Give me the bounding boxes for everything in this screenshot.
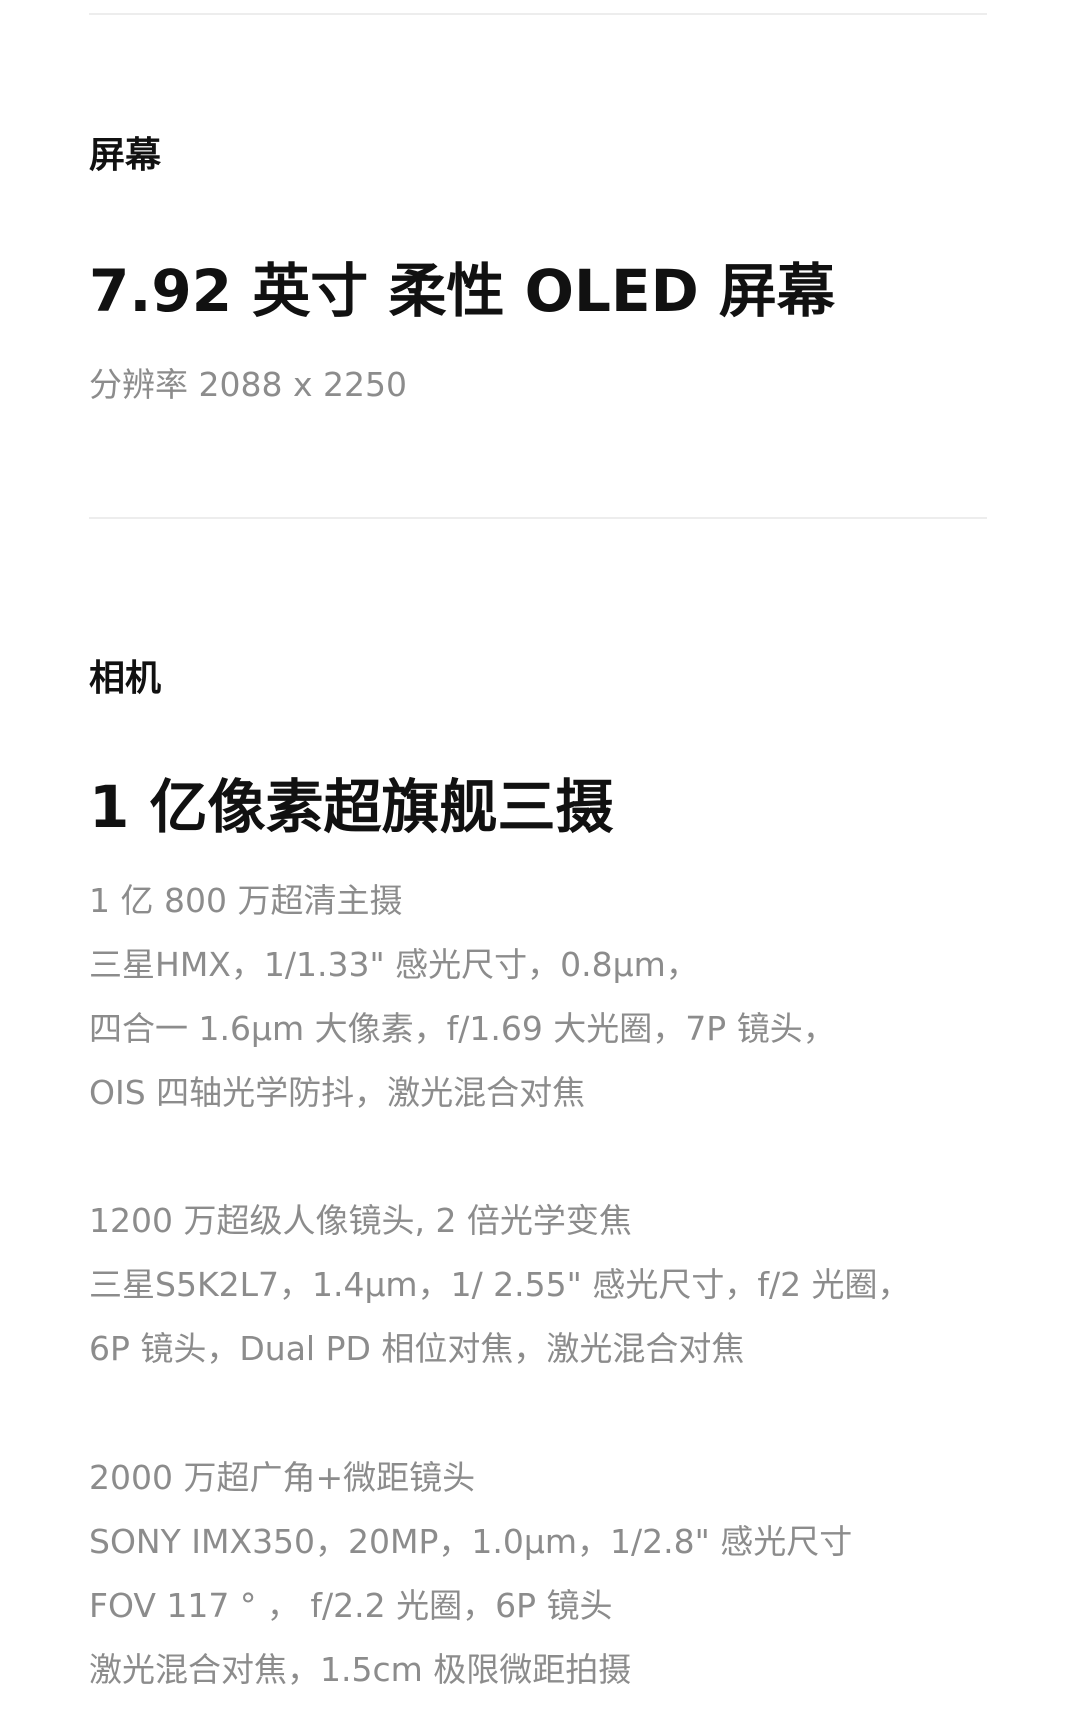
display-section-label: 屏幕 — [89, 135, 162, 176]
spec-line: 三星S5K2L7，1.4μm，1/ 2.55" 感光尺寸，f/2 光圈， — [89, 1265, 911, 1304]
spec-line: 三星HMX，1/1.33" 感光尺寸，0.8μm， — [89, 945, 699, 984]
top-divider — [89, 13, 987, 15]
spec-line: 2000 万超广角+微距镜头 — [89, 1458, 476, 1497]
spec-line: FOV 117 ° ， f/2.2 光圈，6P 镜头 — [89, 1586, 613, 1625]
display-headline: 7.92 英寸 柔性 OLED 屏幕 — [89, 257, 835, 325]
spec-line: SONY IMX350，20MP，1.0μm，1/2.8" 感光尺寸 — [89, 1522, 853, 1561]
spec-line: 四合一 1.6μm 大像素，f/1.69 大光圈，7P 镜头， — [89, 1009, 836, 1048]
camera-headline: 1 亿像素超旗舰三摄 — [89, 773, 614, 841]
section-divider — [89, 517, 987, 519]
wide-macro-lens-specs: 2000 万超广角+微距镜头 SONY IMX350，20MP，1.0μm，1/… — [89, 1446, 1049, 1702]
spec-line: 1200 万超级人像镜头, 2 倍光学变焦 — [89, 1201, 632, 1240]
camera-section-label: 相机 — [89, 658, 162, 699]
portrait-lens-specs: 1200 万超级人像镜头, 2 倍光学变焦 三星S5K2L7，1.4μm，1/ … — [89, 1189, 1049, 1381]
spec-line: 1 亿 800 万超清主摄 — [89, 881, 403, 920]
spec-line: OIS 四轴光学防抖，激光混合对焦 — [89, 1073, 586, 1112]
spec-line: 6P 镜头，Dual PD 相位对焦，激光混合对焦 — [89, 1329, 745, 1368]
spec-line: 激光混合对焦，1.5cm 极限微距拍摄 — [89, 1650, 632, 1689]
display-resolution: 分辨率 2088 x 2250 — [89, 365, 407, 404]
main-lens-specs: 1 亿 800 万超清主摄 三星HMX，1/1.33" 感光尺寸，0.8μm， … — [89, 869, 1049, 1125]
